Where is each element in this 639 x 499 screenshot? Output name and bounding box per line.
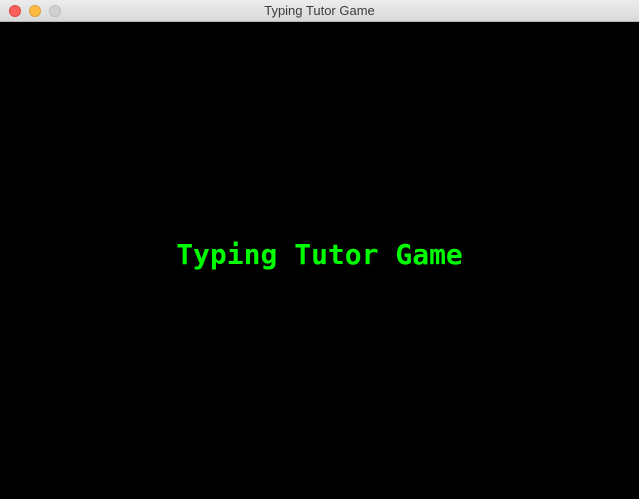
game-canvas[interactable]: Typing Tutor Game — [0, 22, 639, 499]
window-titlebar[interactable]: Typing Tutor Game — [0, 0, 639, 22]
app-window: Typing Tutor Game Typing Tutor Game — [0, 0, 639, 499]
window-title: Typing Tutor Game — [264, 3, 375, 18]
game-title-text: Typing Tutor Game — [176, 238, 463, 271]
